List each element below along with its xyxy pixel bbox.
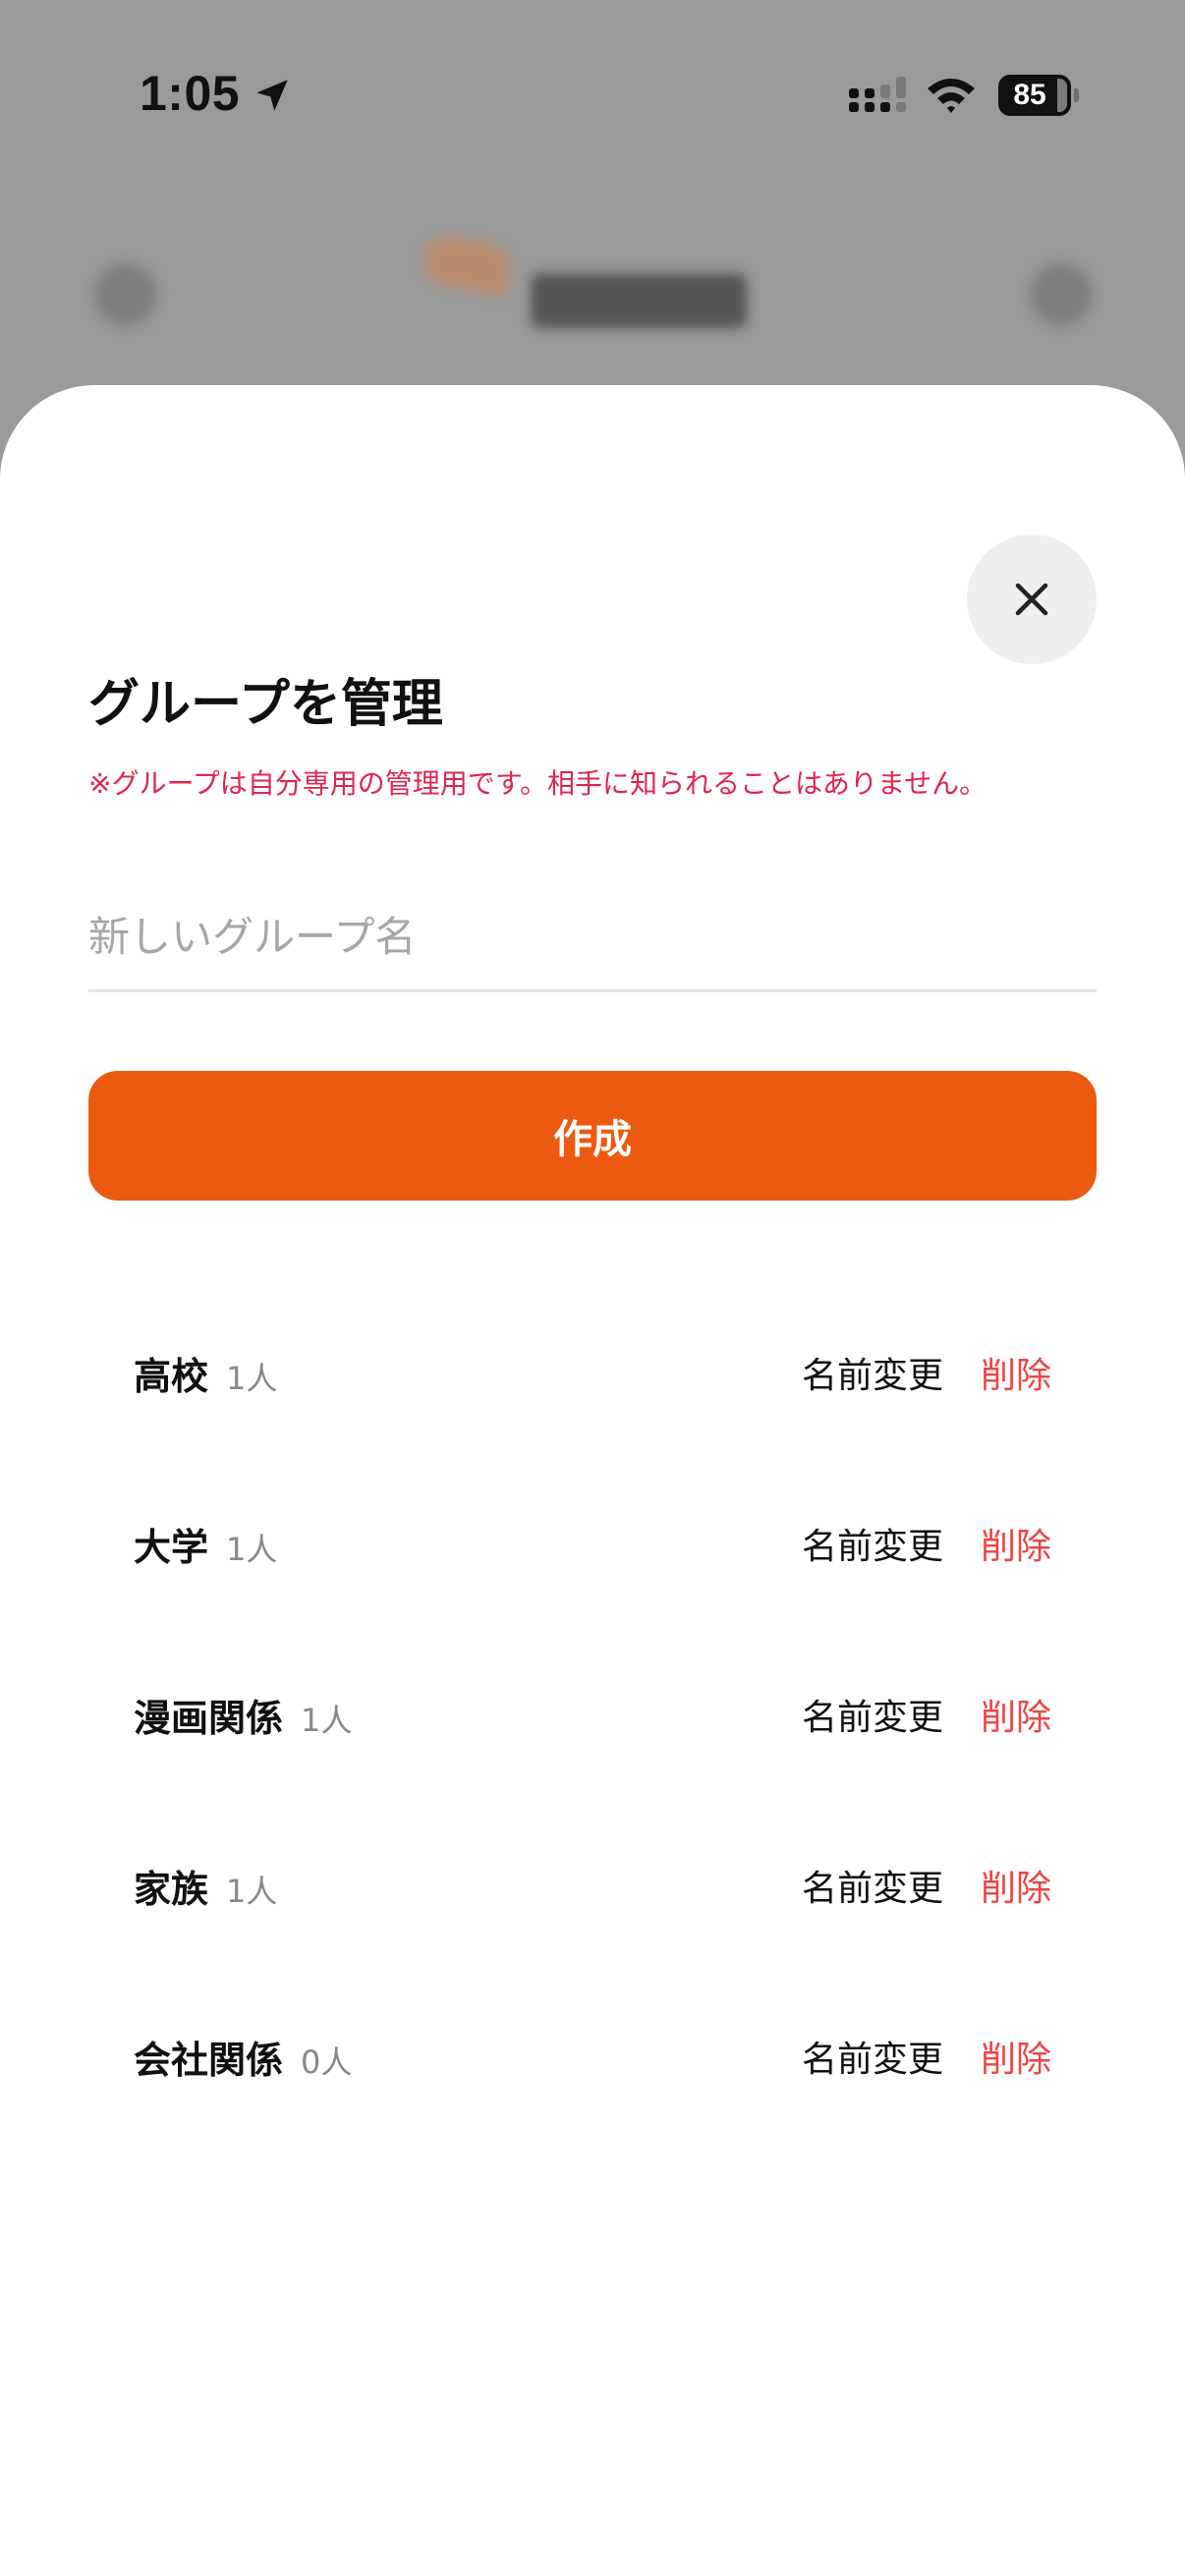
group-name-wrap: 漫画関係 1人 bbox=[134, 1688, 352, 1742]
group-list: 高校 1人 名前変更 削除 大学 1人 名前変更 削除 漫画関係 1人 名前変更… bbox=[0, 1287, 1185, 2142]
delete-group-button[interactable]: 削除 bbox=[981, 1860, 1051, 1911]
manage-groups-sheet: グループを管理 ※グループは自分専用の管理用です。相手に知られることはありません… bbox=[0, 385, 1185, 2576]
group-row: 家族 1人 名前変更 削除 bbox=[0, 1800, 1185, 1971]
group-member-count: 0人 bbox=[301, 2043, 353, 2081]
rename-group-button[interactable]: 名前変更 bbox=[802, 1518, 943, 1569]
group-row: 会社関係 0人 名前変更 削除 bbox=[0, 1971, 1185, 2142]
battery-level: 85 bbox=[1013, 79, 1046, 111]
group-name-wrap: 会社関係 0人 bbox=[134, 2030, 352, 2084]
wifi-icon bbox=[928, 79, 975, 113]
delete-group-button[interactable]: 削除 bbox=[981, 1518, 1051, 1569]
rename-group-button[interactable]: 名前変更 bbox=[802, 1689, 943, 1740]
rename-group-button[interactable]: 名前変更 bbox=[802, 2031, 943, 2082]
group-name: 高校 bbox=[134, 1354, 209, 1398]
battery-icon: 85 bbox=[998, 75, 1079, 116]
group-row: 漫画関係 1人 名前変更 削除 bbox=[0, 1629, 1185, 1800]
group-name: 会社関係 bbox=[134, 2038, 284, 2082]
delete-group-button[interactable]: 削除 bbox=[981, 2031, 1051, 2082]
group-member-count: 1人 bbox=[226, 1872, 278, 1910]
cellular-signal-icon bbox=[849, 77, 906, 112]
group-member-count: 1人 bbox=[226, 1359, 278, 1397]
create-group-button[interactable]: 作成 bbox=[88, 1071, 1097, 1201]
group-name: 家族 bbox=[134, 1867, 209, 1911]
group-name: 大学 bbox=[134, 1525, 209, 1569]
group-name: 漫画関係 bbox=[134, 1696, 284, 1740]
background-logo-text bbox=[531, 273, 747, 328]
background-menu-icon bbox=[94, 263, 157, 326]
screen: 1:05 85 グループを管理 ※グループは自分専用の管理用です。相手に知られる… bbox=[0, 0, 1185, 2576]
location-arrow-icon bbox=[256, 80, 288, 111]
sheet-title: グループを管理 bbox=[88, 675, 443, 734]
status-time: 1:05 bbox=[140, 66, 241, 121]
group-name-wrap: 家族 1人 bbox=[134, 1859, 277, 1913]
group-row: 大学 1人 名前変更 削除 bbox=[0, 1458, 1185, 1629]
group-member-count: 1人 bbox=[301, 1701, 353, 1739]
background-action-icon bbox=[1030, 263, 1093, 326]
group-name-wrap: 高校 1人 bbox=[134, 1346, 277, 1400]
rename-group-button[interactable]: 名前変更 bbox=[802, 1860, 943, 1911]
group-name-wrap: 大学 1人 bbox=[134, 1517, 277, 1571]
background-header bbox=[0, 216, 1185, 373]
background-logo-mark bbox=[418, 231, 516, 298]
group-member-count: 1人 bbox=[226, 1530, 278, 1568]
rename-group-button[interactable]: 名前変更 bbox=[802, 1347, 943, 1398]
group-row: 高校 1人 名前変更 削除 bbox=[0, 1287, 1185, 1458]
delete-group-button[interactable]: 削除 bbox=[981, 1689, 1051, 1740]
privacy-note: ※グループは自分専用の管理用です。相手に知られることはありません。 bbox=[88, 767, 988, 800]
delete-group-button[interactable]: 削除 bbox=[981, 1347, 1051, 1398]
close-button[interactable] bbox=[967, 534, 1097, 664]
new-group-name-input[interactable] bbox=[88, 884, 1097, 992]
close-icon bbox=[1015, 583, 1048, 616]
